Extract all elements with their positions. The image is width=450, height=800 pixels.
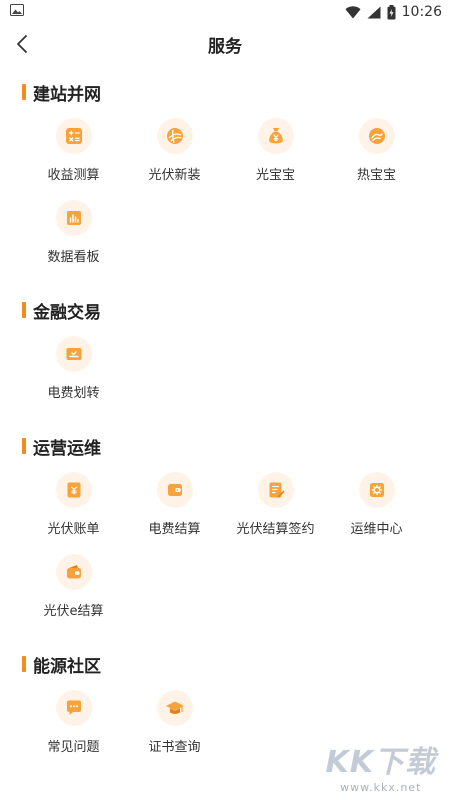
service-faq[interactable]: 常见问题	[23, 690, 124, 770]
section-build-grid: 建站并网 收益测算 光伏新装 光宝宝 热宝宝 数据看板	[0, 80, 450, 282]
watermark-logo: KK下载 www.kkx.net	[326, 737, 437, 794]
bill-icon	[55, 472, 92, 508]
item-label: 光宝宝	[255, 168, 295, 183]
service-fee-settlement[interactable]: 电费结算	[124, 472, 225, 552]
section-accent-bar	[22, 438, 26, 454]
section-header: 运营运维	[0, 434, 450, 459]
wallet-icon	[156, 472, 193, 508]
item-label: 证书查询	[148, 740, 201, 755]
service-pv-bill[interactable]: 光伏账单	[23, 472, 124, 552]
watermark-url: www.kkx.net	[340, 781, 422, 794]
wifi-icon	[345, 5, 361, 19]
graduation-cap-icon	[156, 690, 193, 726]
service-income-calc[interactable]: 收益测算	[23, 118, 124, 198]
item-label: 光伏e结算	[43, 604, 104, 619]
section-accent-bar	[22, 302, 26, 318]
service-data-dashboard[interactable]: 数据看板	[23, 200, 124, 280]
signal-icon	[367, 6, 381, 19]
service-pv-contract[interactable]: 光伏结算签约	[225, 472, 326, 552]
section-title: 能源社区	[33, 656, 101, 677]
section-accent-bar	[22, 84, 26, 100]
section-title: 建站并网	[33, 84, 101, 105]
battery-icon	[387, 4, 396, 20]
gallery-icon	[10, 4, 24, 20]
section-header: 金融交易	[0, 298, 450, 323]
app-bar: 服务	[0, 24, 450, 64]
service-certificate-query[interactable]: 证书查询	[124, 690, 225, 770]
page-title: 服务	[208, 36, 242, 57]
heat-icon	[358, 118, 395, 154]
section-title: 运营运维	[33, 438, 101, 459]
chevron-left-icon	[17, 35, 27, 53]
item-label: 电费结算	[148, 522, 201, 537]
service-fee-transfer[interactable]: 电费划转	[23, 336, 124, 416]
service-rebaobao[interactable]: 热宝宝	[326, 118, 427, 198]
contract-icon	[257, 472, 294, 508]
section-operations: 运营运维 光伏账单 电费结算 光伏结算签约 运维中心 光伏e结算	[0, 434, 450, 636]
item-label: 常见问题	[47, 740, 100, 755]
back-button[interactable]	[8, 30, 36, 58]
service-pv-install[interactable]: 光伏新装	[124, 118, 225, 198]
section-header: 建站并网	[0, 80, 450, 105]
item-label: 运维中心	[350, 522, 403, 537]
calculator-icon	[55, 118, 92, 154]
section-finance: 金融交易 电费划转	[0, 298, 450, 418]
item-label: 收益测算	[47, 168, 100, 183]
section-header: 能源社区	[0, 652, 450, 677]
service-guangbaobao[interactable]: 光宝宝	[225, 118, 326, 198]
section-accent-bar	[22, 656, 26, 672]
item-label: 光伏结算签约	[236, 522, 315, 537]
item-label: 热宝宝	[356, 168, 396, 183]
dashboard-icon	[55, 200, 92, 236]
item-label: 电费划转	[47, 386, 100, 401]
transfer-icon	[55, 336, 92, 372]
service-pv-e-settlement[interactable]: 光伏e结算	[23, 554, 124, 634]
item-label: 光伏新装	[148, 168, 201, 183]
service-maintenance-center[interactable]: 运维中心	[326, 472, 427, 552]
status-bar: 10:26	[0, 0, 450, 24]
item-label: 光伏账单	[47, 522, 100, 537]
item-label: 数据看板	[47, 250, 100, 265]
purse-icon	[55, 554, 92, 590]
chat-icon	[55, 690, 92, 726]
gear-icon	[358, 472, 395, 508]
solar-panel-icon	[156, 118, 193, 154]
section-title: 金融交易	[33, 302, 101, 323]
watermark-main: KK下载	[325, 745, 436, 780]
status-time: 10:26	[401, 4, 442, 20]
money-bag-icon	[257, 118, 294, 154]
